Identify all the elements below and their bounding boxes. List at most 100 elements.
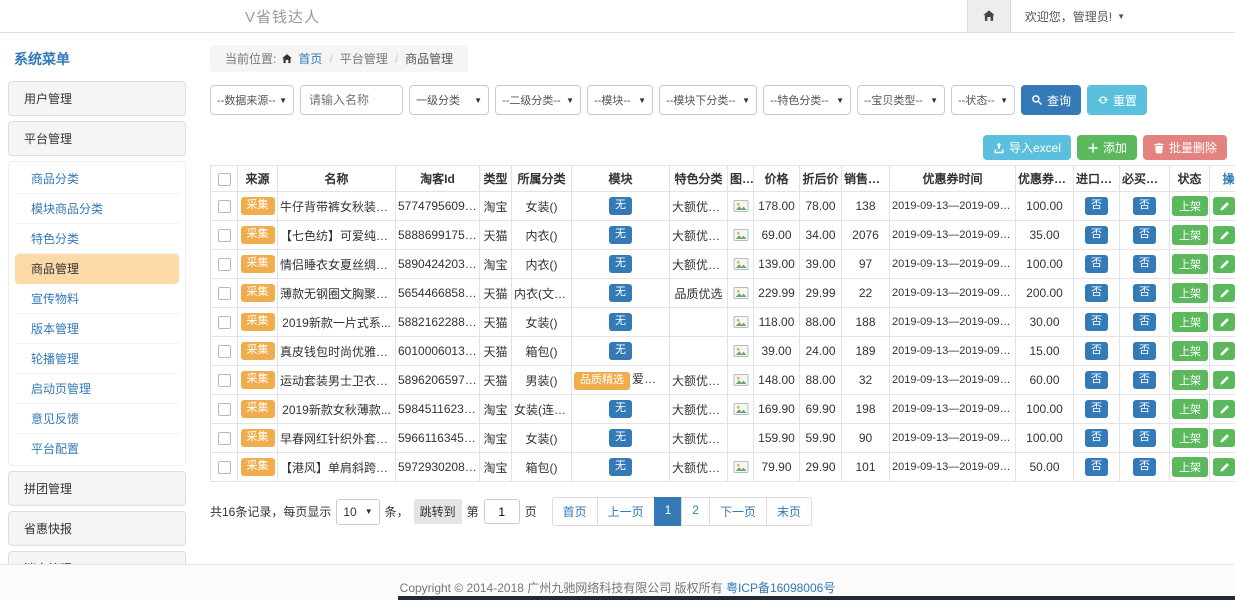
- must-buy-badge[interactable]: 否: [1133, 313, 1156, 330]
- chevron-down-icon: ▼: [638, 96, 646, 105]
- sidebar-item-promo-materials[interactable]: 宣传物料: [15, 284, 179, 314]
- reset-button[interactable]: 重置: [1087, 85, 1147, 115]
- status-badge[interactable]: 上架: [1172, 341, 1208, 361]
- row-checkbox[interactable]: [218, 432, 231, 445]
- feature-category: 大额优惠券: [670, 366, 728, 395]
- sidebar-group-saving-express[interactable]: 省惠快报: [8, 511, 186, 546]
- row-checkbox[interactable]: [218, 403, 231, 416]
- page-button-next[interactable]: 下一页: [709, 497, 767, 526]
- home-button[interactable]: [967, 0, 1011, 32]
- edit-button[interactable]: [1213, 313, 1235, 331]
- edit-button[interactable]: [1213, 429, 1235, 447]
- filter-select-module[interactable]: --模块--▼: [587, 85, 653, 115]
- filter-select-module-sub-category[interactable]: --模块下分类--▼: [659, 85, 757, 115]
- sidebar-group-message-management[interactable]: 消息管理: [8, 551, 186, 564]
- select-all-checkbox[interactable]: [218, 173, 231, 186]
- import-optimal-badge[interactable]: 否: [1085, 429, 1108, 446]
- sidebar-group-platform-management[interactable]: 平台管理: [8, 121, 186, 156]
- breadcrumb-home-link[interactable]: 首页: [298, 50, 322, 67]
- jump-button[interactable]: 跳转到: [414, 499, 462, 524]
- edit-button[interactable]: [1213, 342, 1235, 360]
- import-optimal-badge[interactable]: 否: [1085, 284, 1108, 301]
- status-badge[interactable]: 上架: [1172, 428, 1208, 448]
- import-excel-button[interactable]: 导入excel: [983, 135, 1071, 160]
- name-search-input[interactable]: [300, 85, 403, 115]
- sidebar-item-carousel-management[interactable]: 轮播管理: [15, 344, 179, 374]
- filter-select-feature-category[interactable]: --特色分类--▼: [763, 85, 851, 115]
- sidebar-item-goods-category[interactable]: 商品分类: [15, 164, 179, 194]
- import-optimal-badge[interactable]: 否: [1085, 458, 1108, 475]
- add-button[interactable]: 添加: [1077, 135, 1137, 160]
- batch-delete-button[interactable]: 批量删除: [1143, 135, 1227, 160]
- sidebar-item-feedback[interactable]: 意见反馈: [15, 404, 179, 434]
- row-checkbox[interactable]: [218, 229, 231, 242]
- row-checkbox[interactable]: [218, 374, 231, 387]
- status-badge[interactable]: 上架: [1172, 399, 1208, 419]
- feature-category: [670, 308, 728, 337]
- query-button[interactable]: 查询: [1021, 85, 1081, 115]
- sales-count: 198: [842, 395, 890, 424]
- status-badge[interactable]: 上架: [1172, 225, 1208, 245]
- sidebar-group-user-management[interactable]: 用户管理: [8, 81, 186, 116]
- filter-select-data-source[interactable]: --数据来源--▼: [210, 85, 294, 115]
- import-optimal-badge[interactable]: 否: [1085, 226, 1108, 243]
- edit-button[interactable]: [1213, 197, 1235, 215]
- row-checkbox[interactable]: [218, 345, 231, 358]
- status-badge[interactable]: 上架: [1172, 283, 1208, 303]
- import-optimal-badge[interactable]: 否: [1085, 197, 1108, 214]
- must-buy-badge[interactable]: 否: [1133, 458, 1156, 475]
- must-buy-badge[interactable]: 否: [1133, 429, 1156, 446]
- must-buy-badge[interactable]: 否: [1133, 342, 1156, 359]
- status-badge[interactable]: 上架: [1172, 370, 1208, 390]
- sidebar-item-goods-management[interactable]: 商品管理: [15, 254, 179, 284]
- edit-button[interactable]: [1213, 284, 1235, 302]
- status-badge[interactable]: 上架: [1172, 457, 1208, 477]
- must-buy-badge[interactable]: 否: [1133, 226, 1156, 243]
- filter-select-level2-category[interactable]: --二级分类--▼: [495, 85, 581, 115]
- sidebar-group-group-buy-management[interactable]: 拼团管理: [8, 471, 186, 506]
- per-page-select[interactable]: 10 ▼: [336, 499, 379, 525]
- import-optimal-badge[interactable]: 否: [1085, 371, 1108, 388]
- row-checkbox[interactable]: [218, 258, 231, 271]
- module-cell: 无: [572, 192, 670, 221]
- status-badge[interactable]: 上架: [1172, 254, 1208, 274]
- page-button-prev[interactable]: 上一页: [597, 497, 655, 526]
- page-button-last[interactable]: 末页: [766, 497, 812, 526]
- sidebar-item-version-management[interactable]: 版本管理: [15, 314, 179, 344]
- status-badge[interactable]: 上架: [1172, 196, 1208, 216]
- import-optimal-badge[interactable]: 否: [1085, 342, 1108, 359]
- user-menu[interactable]: 欢迎您，管理员! ▼: [1011, 8, 1235, 25]
- sidebar-item-module-goods-category[interactable]: 模块商品分类: [15, 194, 179, 224]
- must-buy-badge[interactable]: 否: [1133, 371, 1156, 388]
- row-checkbox[interactable]: [218, 316, 231, 329]
- filter-select-status[interactable]: --状态--▼: [951, 85, 1015, 115]
- products-table: 来源名称淘客Id类型所属分类模块特色分类图标价格折后价销售数量优惠券时间优惠券金…: [210, 165, 1235, 482]
- icp-link[interactable]: 粤ICP备16098006号: [726, 581, 835, 595]
- import-optimal-badge[interactable]: 否: [1085, 400, 1108, 417]
- must-buy-badge[interactable]: 否: [1133, 197, 1156, 214]
- filter-select-item-type[interactable]: --宝贝类型--▼: [857, 85, 945, 115]
- row-checkbox[interactable]: [218, 461, 231, 474]
- edit-button[interactable]: [1213, 371, 1235, 389]
- sidebar-item-platform-config[interactable]: 平台配置: [15, 434, 179, 463]
- row-checkbox[interactable]: [218, 200, 231, 213]
- must-buy-badge[interactable]: 否: [1133, 284, 1156, 301]
- edit-button[interactable]: [1213, 458, 1235, 476]
- jump-page-input[interactable]: [484, 499, 520, 524]
- coupon-amount: 100.00: [1016, 395, 1074, 424]
- filter-select-level1-category[interactable]: 一级分类▼: [409, 85, 489, 115]
- page-button-first[interactable]: 首页: [552, 497, 598, 526]
- page-button-2[interactable]: 2: [681, 497, 710, 526]
- edit-button[interactable]: [1213, 400, 1235, 418]
- status-badge[interactable]: 上架: [1172, 312, 1208, 332]
- page-button-1[interactable]: 1: [654, 497, 683, 526]
- must-buy-badge[interactable]: 否: [1133, 255, 1156, 272]
- row-checkbox[interactable]: [218, 287, 231, 300]
- sidebar-item-feature-category[interactable]: 特色分类: [15, 224, 179, 254]
- import-optimal-badge[interactable]: 否: [1085, 255, 1108, 272]
- edit-button[interactable]: [1213, 255, 1235, 273]
- must-buy-badge[interactable]: 否: [1133, 400, 1156, 417]
- edit-button[interactable]: [1213, 226, 1235, 244]
- import-optimal-badge[interactable]: 否: [1085, 313, 1108, 330]
- sidebar-item-splash-management[interactable]: 启动页管理: [15, 374, 179, 404]
